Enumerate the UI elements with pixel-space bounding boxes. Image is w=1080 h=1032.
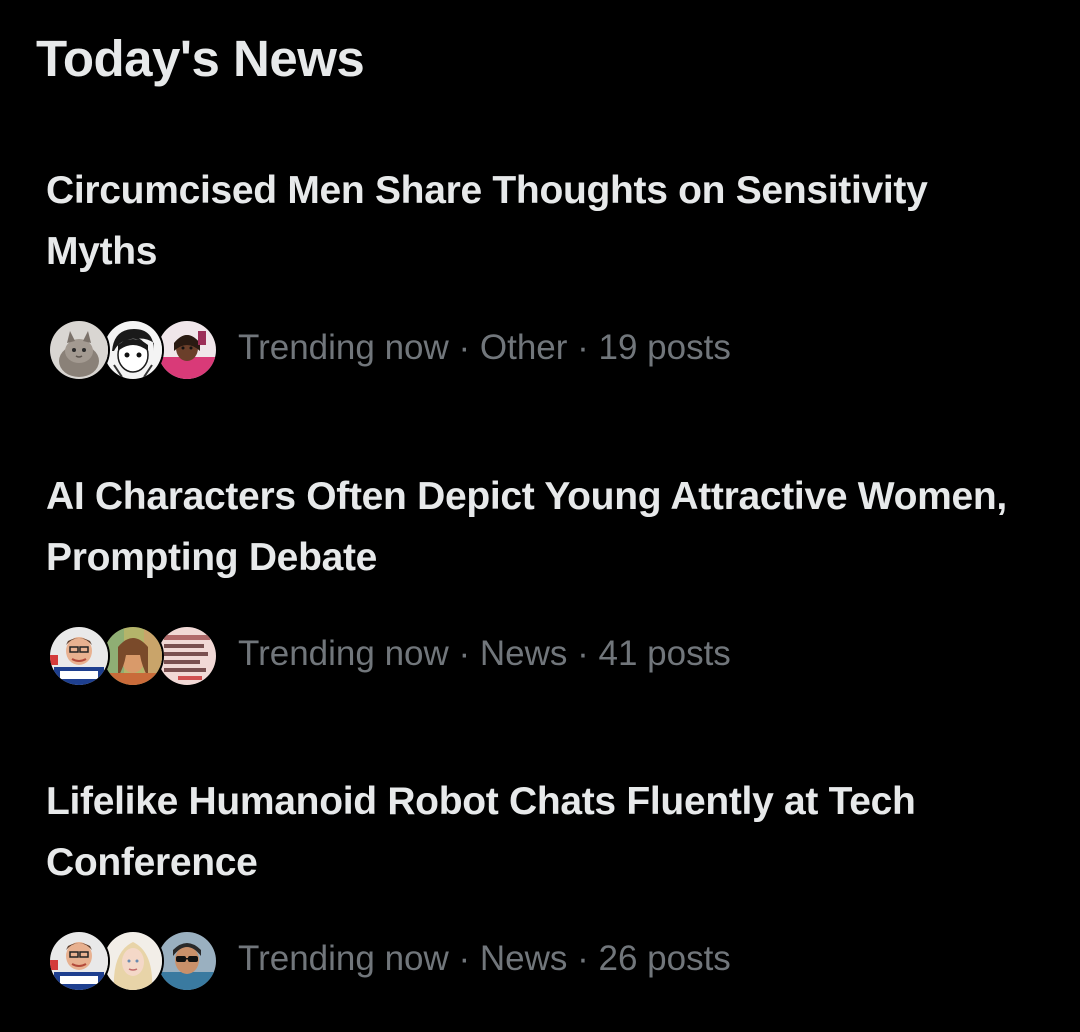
news-meta-row: Trending now · News · 41 posts (46, 623, 1046, 689)
news-meta: Trending now · Other · 19 posts (238, 328, 731, 367)
avatar-group (48, 625, 218, 687)
manga-avatar (102, 319, 164, 381)
section-title: Today's News (36, 30, 365, 87)
person-pink-avatar (156, 319, 218, 381)
news-item[interactable]: Circumcised Men Share Thoughts on Sensit… (46, 160, 1046, 383)
news-meta-row: Trending now · Other · 19 posts (46, 317, 1046, 383)
news-title[interactable]: Circumcised Men Share Thoughts on Sensit… (46, 160, 1046, 282)
news-meta-row: Trending now · News · 26 posts (46, 928, 1046, 994)
cat-avatar (48, 319, 110, 381)
avatar-group (48, 930, 218, 992)
cartoon-man-avatar (48, 930, 110, 992)
text-document-avatar (156, 625, 218, 687)
news-meta: Trending now · News · 26 posts (238, 939, 731, 978)
sunglasses-person-avatar (156, 930, 218, 992)
colorful-portrait-avatar (102, 625, 164, 687)
news-meta: Trending now · News · 41 posts (238, 634, 731, 673)
news-title[interactable]: AI Characters Often Depict Young Attract… (46, 466, 1046, 588)
cartoon-man-avatar (48, 625, 110, 687)
avatar-group (48, 319, 218, 381)
news-title[interactable]: Lifelike Humanoid Robot Chats Fluently a… (46, 771, 1046, 893)
blonde-woman-avatar (102, 930, 164, 992)
news-item[interactable]: AI Characters Often Depict Young Attract… (46, 466, 1046, 689)
news-item[interactable]: Lifelike Humanoid Robot Chats Fluently a… (46, 771, 1046, 994)
